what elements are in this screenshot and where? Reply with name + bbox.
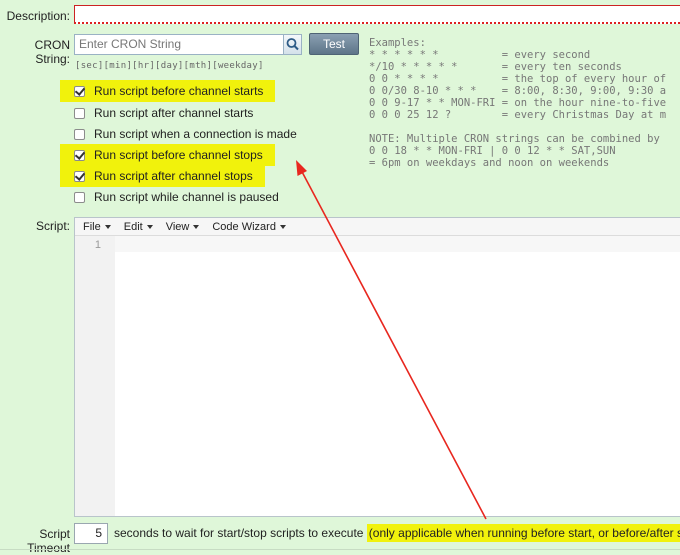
annotation-arrow [296, 160, 487, 520]
